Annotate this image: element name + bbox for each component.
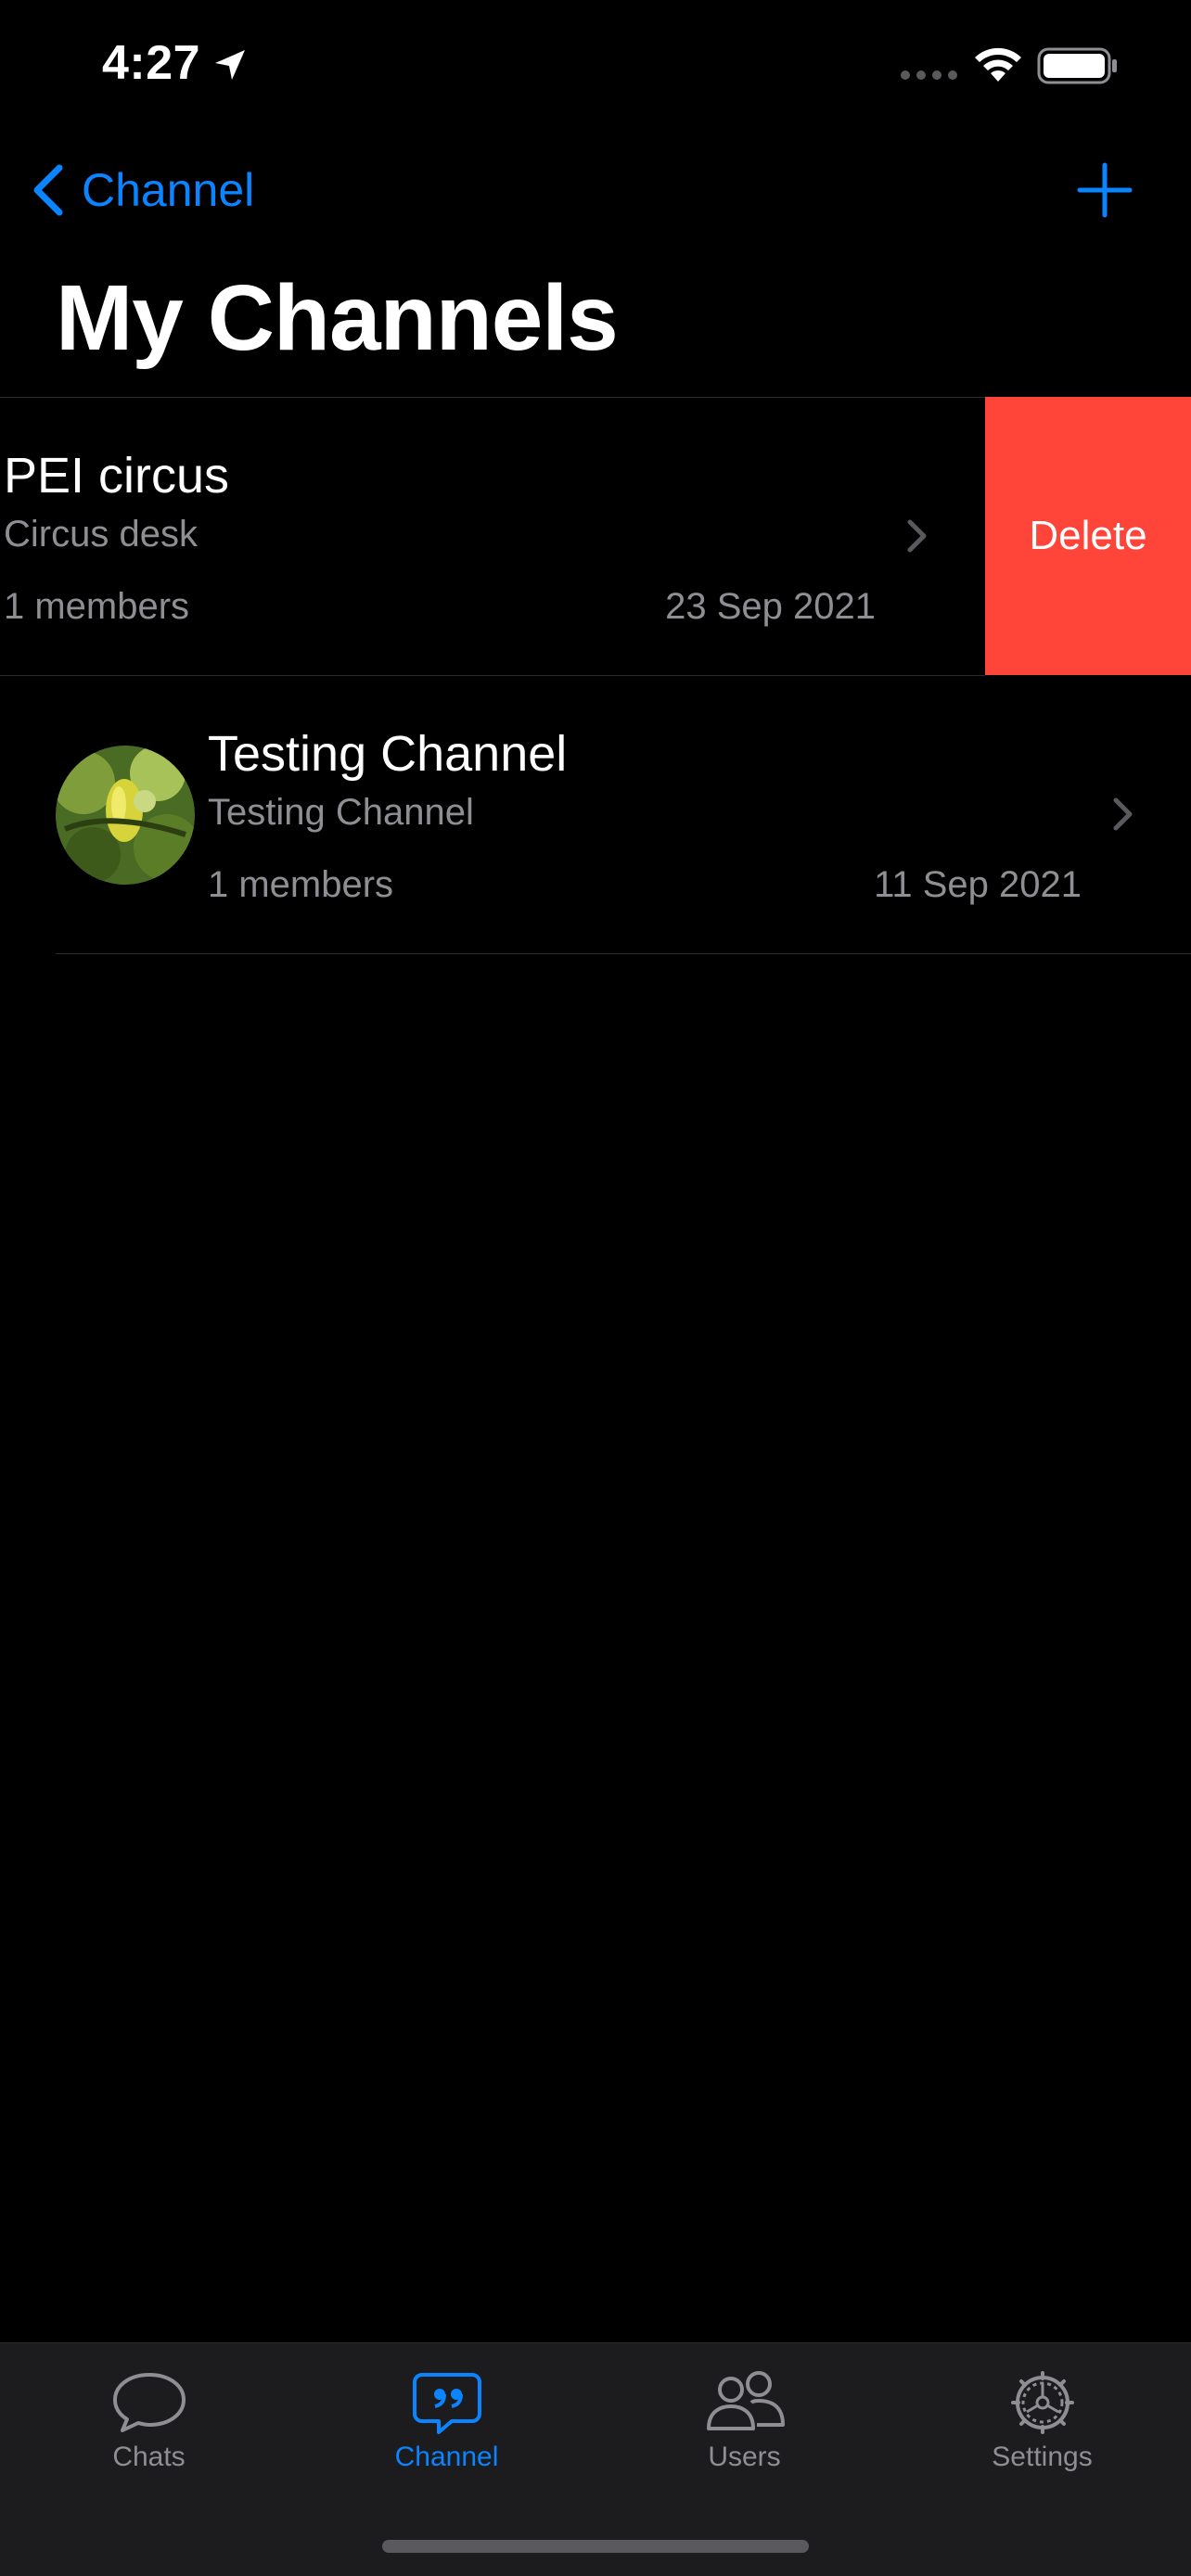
tab-label: Chats [112, 2442, 186, 2472]
location-arrow-icon [215, 50, 245, 80]
users-icon [706, 2371, 785, 2430]
channel-members: 1 members [208, 864, 394, 905]
channel-members: 1 members [4, 586, 190, 627]
tab-chats[interactable]: Chats [0, 2343, 298, 2492]
page-title: My Channels [56, 266, 619, 370]
chat-bubble-icon [112, 2373, 186, 2432]
tab-label: Settings [992, 2442, 1093, 2472]
plus-icon[interactable] [1074, 159, 1135, 221]
channel-subtitle: Testing Channel [208, 792, 474, 833]
battery-icon [1037, 47, 1117, 84]
channel-date: 11 Sep 2021 [874, 864, 1082, 905]
divider [56, 953, 1191, 954]
tab-settings[interactable]: Settings [893, 2343, 1191, 2492]
channel-avatar [56, 746, 195, 885]
tab-channel[interactable]: Channel [298, 2343, 596, 2492]
tab-label: Channel [394, 2442, 499, 2472]
tab-bar: Chats Channel Users Settings [0, 2342, 1191, 2576]
status-bar: 4:27 [0, 0, 1191, 139]
status-time: 4:27 [102, 36, 201, 90]
channel-quote-icon [412, 2373, 481, 2434]
tab-label: Users [708, 2442, 781, 2472]
delete-button[interactable]: Delete [985, 397, 1191, 675]
back-label: Channel [82, 164, 255, 216]
divider [0, 675, 985, 676]
screen: 4:27 Channel My Channels PEI circus Circ… [0, 0, 1191, 2576]
gear-icon [1010, 2371, 1074, 2434]
cellular-signal-icon [901, 70, 957, 80]
channel-title: Testing Channel [208, 726, 568, 782]
channel-subtitle: Circus desk [4, 514, 198, 555]
back-button[interactable]: Channel [30, 158, 254, 223]
tab-users[interactable]: Users [596, 2343, 893, 2492]
home-indicator[interactable] [382, 2540, 809, 2553]
chevron-right-icon [1113, 797, 1133, 831]
wifi-icon [975, 47, 1021, 82]
chevron-left-icon [33, 164, 63, 216]
chevron-right-icon [907, 519, 927, 553]
channel-date: 23 Sep 2021 [665, 586, 876, 627]
channel-title: PEI circus [4, 448, 230, 504]
